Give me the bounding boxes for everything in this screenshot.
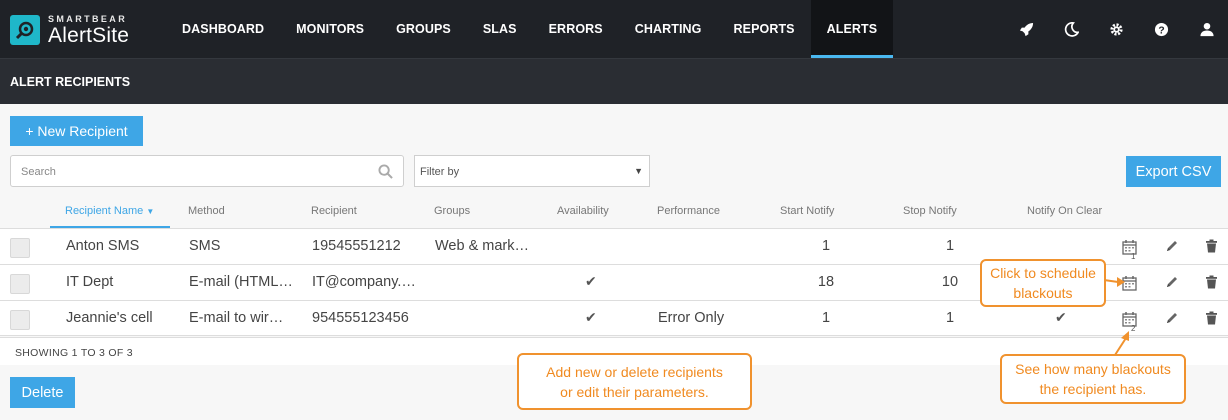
callout-edit-recipients: Add new or delete recipients or edit the…	[517, 353, 752, 410]
callout-count-line1: See how many blackouts	[1015, 361, 1171, 377]
callout-schedule-line1: Click to schedule	[990, 265, 1096, 281]
callout-blackout-count: See how many blackouts the recipient has…	[1000, 354, 1186, 404]
callout-edit-line1: Add new or delete recipients	[546, 363, 723, 380]
callout-count-line2: the recipient has.	[1039, 381, 1147, 397]
callout-schedule-blackouts: Click to schedule blackouts	[980, 259, 1106, 307]
callout-edit-line2: or edit their parameters.	[560, 383, 709, 400]
callout-schedule-line2: blackouts	[1013, 285, 1073, 301]
